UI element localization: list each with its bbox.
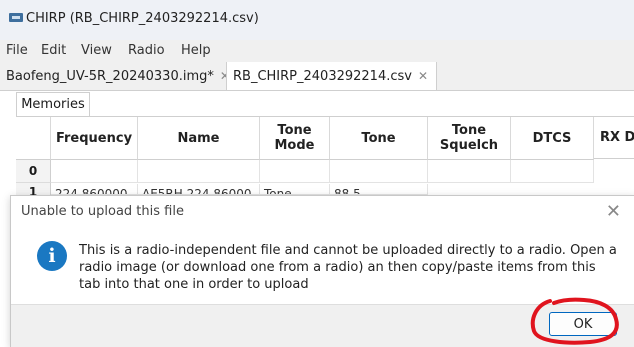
window-title: CHIRP (RB_CHIRP_2403292214.csv): [26, 11, 259, 26]
menu-edit[interactable]: Edit: [41, 43, 66, 58]
grid-corner: [16, 117, 51, 160]
table-cell[interactable]: [428, 160, 511, 183]
dialog-titlebar[interactable]: Unable to upload this file ✕: [11, 196, 634, 230]
table-cell[interactable]: [511, 160, 594, 183]
header-name[interactable]: Name: [138, 117, 260, 160]
menu-radio[interactable]: Radio: [128, 43, 165, 58]
table-cell-name[interactable]: AE5RH 224.86000: [138, 184, 260, 195]
header-tone[interactable]: Tone: [330, 117, 428, 160]
menu-help[interactable]: Help: [181, 43, 211, 58]
window-titlebar[interactable]: CHIRP (RB_CHIRP_2403292214.csv): [0, 0, 634, 41]
header-tone-mode[interactable]: Tone Mode: [260, 117, 330, 160]
menu-view[interactable]: View: [81, 43, 112, 58]
table-cell[interactable]: [330, 160, 428, 183]
header-rx-dtcs[interactable]: RX D: [594, 117, 634, 159]
menu-file[interactable]: File: [6, 43, 28, 58]
table-cell[interactable]: [51, 160, 138, 183]
header-frequency[interactable]: Frequency: [51, 117, 138, 160]
info-icon: i: [37, 241, 67, 271]
tab-memories[interactable]: Memories: [16, 92, 90, 117]
table-cell[interactable]: [260, 160, 330, 183]
table-cell[interactable]: [138, 160, 260, 183]
chirp-radio-icon: [9, 13, 23, 22]
header-tone-squelch[interactable]: Tone Squelch: [428, 117, 511, 160]
row-number[interactable]: 0: [16, 160, 51, 183]
close-tab-icon[interactable]: ✕: [418, 69, 428, 83]
tab-baofeng-image[interactable]: Baofeng_UV-5R_20240330.img* ✕: [6, 62, 230, 90]
close-icon[interactable]: ✕: [606, 201, 621, 222]
table-cell-frequency[interactable]: 224.860000: [51, 184, 138, 195]
tab-label: RB_CHIRP_2403292214.csv: [233, 69, 412, 84]
table-cell-tone-mode[interactable]: Tone: [260, 184, 330, 195]
menu-bar: File Edit View Radio Help: [0, 40, 634, 62]
header-dtcs[interactable]: DTCS: [511, 117, 594, 160]
tab-label: Baofeng_UV-5R_20240330.img*: [6, 69, 214, 84]
dialog-title: Unable to upload this file: [21, 204, 184, 219]
file-tab-bar: Baofeng_UV-5R_20240330.img* ✕ RB_CHIRP_24…: [0, 62, 634, 91]
dialog-message: This is a radio-independent file and can…: [79, 243, 617, 292]
red-circle-annotation: [530, 297, 619, 345]
tab-csv-file[interactable]: RB_CHIRP_2403292214.csv ✕: [226, 62, 438, 90]
table-cell-tone[interactable]: 88.5: [330, 184, 428, 195]
